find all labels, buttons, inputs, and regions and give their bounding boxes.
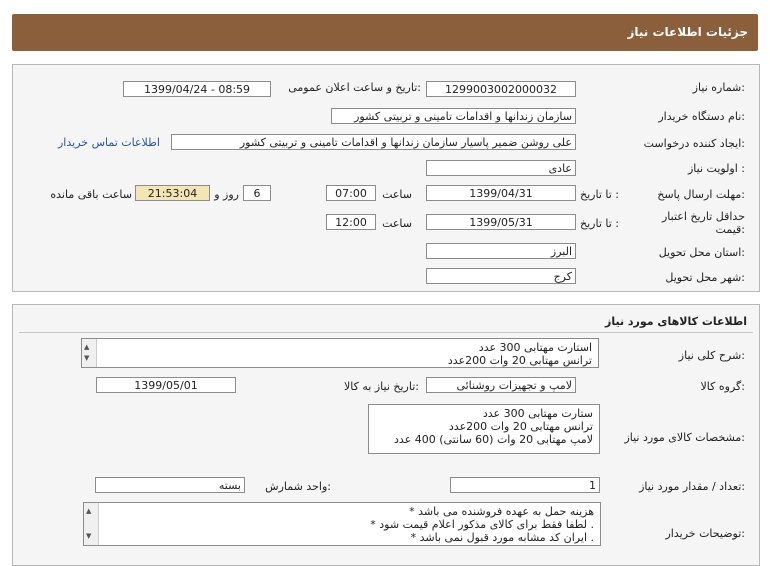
specs-line: لامپ مهتابی 20 وات (60 سانتی) 400 عدد — [394, 433, 593, 446]
notes-line: . لطفا فقط برای کالای مذکور اعلام قیمت ش… — [370, 518, 594, 531]
city-label: شهر محل تحویل: — [665, 271, 745, 284]
scroll-down-icon[interactable]: ▼ — [86, 530, 91, 543]
scroll-down-icon[interactable]: ▼ — [84, 352, 89, 365]
goods-group-label: گروه کالا: — [700, 380, 745, 393]
validity-hour-label: ساعت — [382, 217, 412, 230]
deadline-time-field: 07:00 — [326, 185, 376, 201]
city-field: کرج — [426, 268, 576, 284]
requester-label: ایجاد کننده درخواست: — [643, 137, 745, 150]
province-label: استان محل تحویل: — [658, 246, 745, 259]
notes-line: . ایران کد مشابه مورد قبول نمی باشد * — [410, 531, 594, 544]
announce-date-label: تاریخ و ساعت اعلان عمومی: — [288, 81, 421, 94]
days-remaining-field: 6 — [243, 185, 271, 201]
need-info-panel: شماره نیاز: 1299003002000032 تاریخ و ساع… — [12, 64, 760, 292]
validity-to-date-label: تا تاریخ : — [580, 217, 619, 230]
unit-field: بسته — [95, 477, 245, 493]
deadline-date-field: 1399/04/31 — [426, 185, 576, 201]
validity-label: حداقل تاریخ اعتبار قیمت: — [661, 210, 745, 236]
buyer-org-label: نام دستگاه خریدار: — [658, 110, 745, 123]
specs-field: ستارت مهتابی 300 عدد ترانس مهتابی 20 وات… — [368, 404, 600, 454]
validity-time-field: 12:00 — [326, 214, 376, 230]
validity-date-field: 1399/05/31 — [426, 214, 576, 230]
summary-scrollbar[interactable]: ▲ ▼ — [82, 339, 97, 367]
announce-date-field: 1399/04/24 - 08:59 — [123, 81, 271, 97]
goods-panel: اطلاعات کالاهای مورد نیاز شرح کلی نیاز: … — [12, 304, 760, 566]
summary-line: ترانس مهتابی 20 وات 200عدد — [447, 354, 592, 367]
notes-scrollbar[interactable]: ▲ ▼ — [84, 503, 99, 545]
buyer-org-field: سازمان زندانها و اقدامات تامینی و تربیتی… — [331, 108, 576, 124]
priority-label: اولویت نیاز : — [687, 162, 745, 175]
unit-label: واحد شمارش: — [265, 480, 331, 493]
buyer-contact-link[interactable]: اطلاعات تماس خریدار — [58, 136, 160, 149]
page-title: جزئیات اطلاعات نیاز — [627, 25, 748, 39]
summary-label: شرح کلی نیاز: — [678, 349, 745, 362]
buyer-notes-textarea[interactable]: ▲ ▼ هزینه حمل به عهده فروشنده می باشد * .… — [83, 502, 601, 546]
priority-field: عادی — [426, 160, 576, 176]
quantity-field: 1 — [450, 477, 600, 493]
specs-line: ستارت مهتابی 300 عدد — [482, 407, 593, 420]
need-number-label: شماره نیاز: — [692, 81, 745, 94]
section-divider — [19, 332, 753, 333]
buyer-notes-label: توضیحات خریدار: — [665, 527, 746, 540]
scroll-up-icon[interactable]: ▲ — [86, 505, 91, 518]
requester-field: علی روشن ضمیر پاسیار سازمان زندانها و اق… — [171, 134, 576, 150]
notes-line: هزینه حمل به عهده فروشنده می باشد * — [409, 505, 594, 518]
quantity-label: تعداد / مقدار مورد نیاز: — [639, 480, 745, 493]
summary-line: استارت مهتابی 300 عدد — [478, 341, 592, 354]
page-header: جزئیات اطلاعات نیاز — [12, 14, 758, 51]
deadline-label: مهلت ارسال پاسخ: — [657, 188, 745, 201]
remaining-time-field: 21:53:04 — [135, 185, 210, 201]
need-number-field: 1299003002000032 — [426, 81, 576, 97]
need-date-label: تاریخ نیاز به کالا: — [344, 380, 419, 393]
need-date-field: 1399/05/01 — [96, 377, 236, 393]
province-field: البرز — [426, 243, 576, 259]
deadline-hour-label: ساعت — [382, 188, 412, 201]
deadline-to-date-label: تا تاریخ : — [580, 188, 619, 201]
summary-textarea[interactable]: ▲ ▼ استارت مهتابی 300 عدد ترانس مهتابی 20… — [81, 338, 599, 368]
goods-section-title: اطلاعات کالاهای مورد نیاز — [605, 315, 747, 328]
specs-label: مشخصات کالای مورد نیاز: — [624, 431, 745, 444]
days-label: روز و — [214, 188, 239, 201]
specs-line: ترانس مهتابی 20 وات 200عدد — [448, 420, 593, 433]
remaining-label: ساعت باقی مانده — [50, 188, 132, 201]
goods-group-field: لامپ و تجهیزات روشنائی — [426, 377, 576, 393]
